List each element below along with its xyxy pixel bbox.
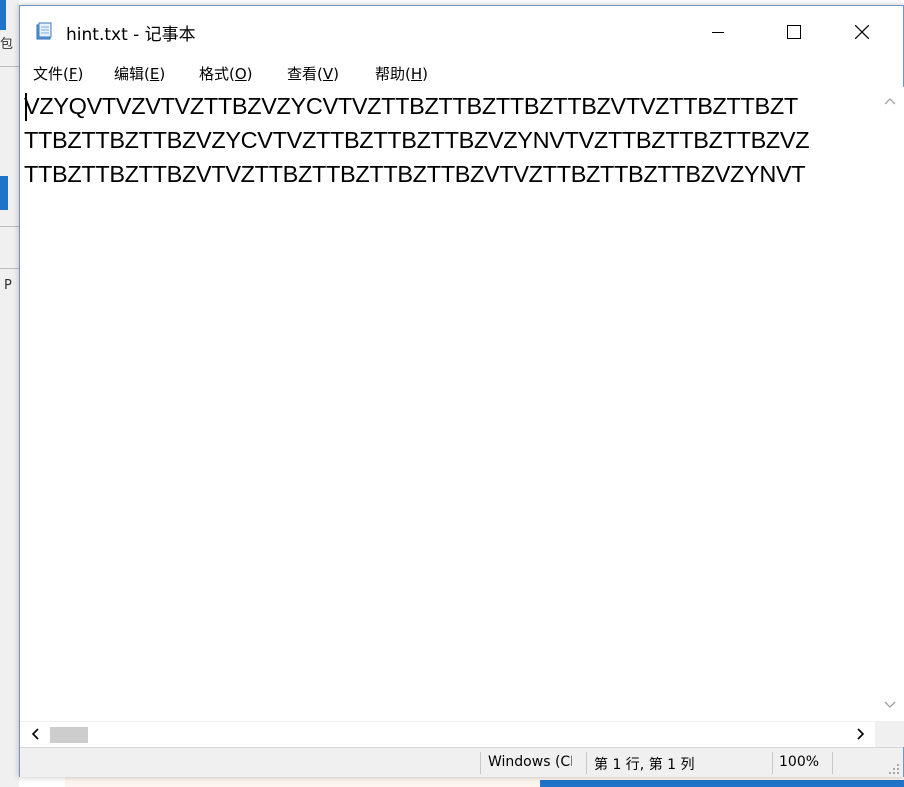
status-encoding: Windows (CRLF)	[488, 754, 572, 770]
chevron-up-icon	[884, 98, 895, 105]
menu-format[interactable]: 格式(O)	[199, 63, 253, 84]
status-separator	[586, 752, 587, 774]
menu-edit[interactable]: 编辑(E)	[114, 63, 165, 84]
status-bar: Windows (CRLF) 第 1 行, 第 1 列 100%	[20, 747, 903, 777]
scrollbar-corner	[875, 721, 904, 747]
scroll-down-button[interactable]	[875, 695, 904, 715]
horizontal-scrollbar[interactable]	[20, 721, 875, 747]
minimize-button[interactable]	[684, 6, 752, 57]
text-line: TTBZTTBZTTBZVTVZTTBZTTBZTTBZTTBZVTVZTTBZ…	[24, 161, 806, 187]
close-icon	[855, 24, 869, 39]
maximize-button[interactable]	[760, 6, 828, 57]
menu-help[interactable]: 帮助(H)	[375, 63, 428, 84]
window-title: hint.txt - 记事本	[66, 25, 196, 45]
scroll-left-button[interactable]	[26, 725, 44, 743]
text-caret	[25, 93, 27, 121]
maximize-icon	[787, 24, 801, 39]
menu-bar: 文件(F) 编辑(E) 格式(O) 查看(V) 帮助(H)	[20, 57, 903, 87]
chevron-left-icon	[31, 728, 39, 740]
background-taskbar	[540, 780, 904, 787]
status-separator	[772, 752, 773, 774]
notepad-icon	[35, 22, 53, 40]
background-divider	[0, 268, 19, 269]
text-editor[interactable]: VZYQVTVZVTVZTTBZVZYCVTVZTTBZTTBZTTBZTTBZ…	[24, 87, 875, 721]
background-accent	[0, 176, 8, 210]
minimize-icon	[712, 31, 724, 33]
status-separator	[832, 752, 833, 774]
notepad-window: hint.txt - 记事本 文件(F) 编辑(E) 格式(O) 查看(V) 帮…	[19, 5, 904, 777]
scroll-right-button[interactable]	[852, 725, 870, 743]
chevron-right-icon	[857, 728, 865, 740]
title-bar[interactable]: hint.txt - 记事本	[20, 6, 903, 57]
text-line: VZYQVTVZVTVZTTBZVZYCVTVZTTBZTTBZTTBZTTBZ…	[24, 93, 798, 119]
status-separator	[480, 752, 481, 774]
status-cursor-position: 第 1 行, 第 1 列	[594, 757, 695, 773]
menu-file[interactable]: 文件(F)	[33, 63, 83, 84]
background-text-fragment: P	[4, 278, 12, 293]
scroll-up-button[interactable]	[875, 91, 904, 111]
background-accent	[0, 0, 6, 30]
resize-grip-icon[interactable]	[886, 760, 900, 774]
menu-view[interactable]: 查看(V)	[287, 63, 339, 84]
text-line: TTBZTTBZTTBZVZYCVTVZTTBZTTBZTTBZVZYNVTVZ…	[24, 127, 810, 153]
background-divider	[0, 66, 19, 67]
chevron-down-icon	[884, 701, 895, 708]
vertical-scrollbar[interactable]	[875, 87, 904, 721]
background-text-fragment: 包	[0, 37, 14, 52]
horizontal-scroll-thumb[interactable]	[50, 727, 88, 743]
background-window	[0, 0, 19, 787]
close-button[interactable]	[828, 6, 896, 57]
status-zoom: 100%	[779, 754, 820, 770]
background-divider	[0, 226, 19, 227]
